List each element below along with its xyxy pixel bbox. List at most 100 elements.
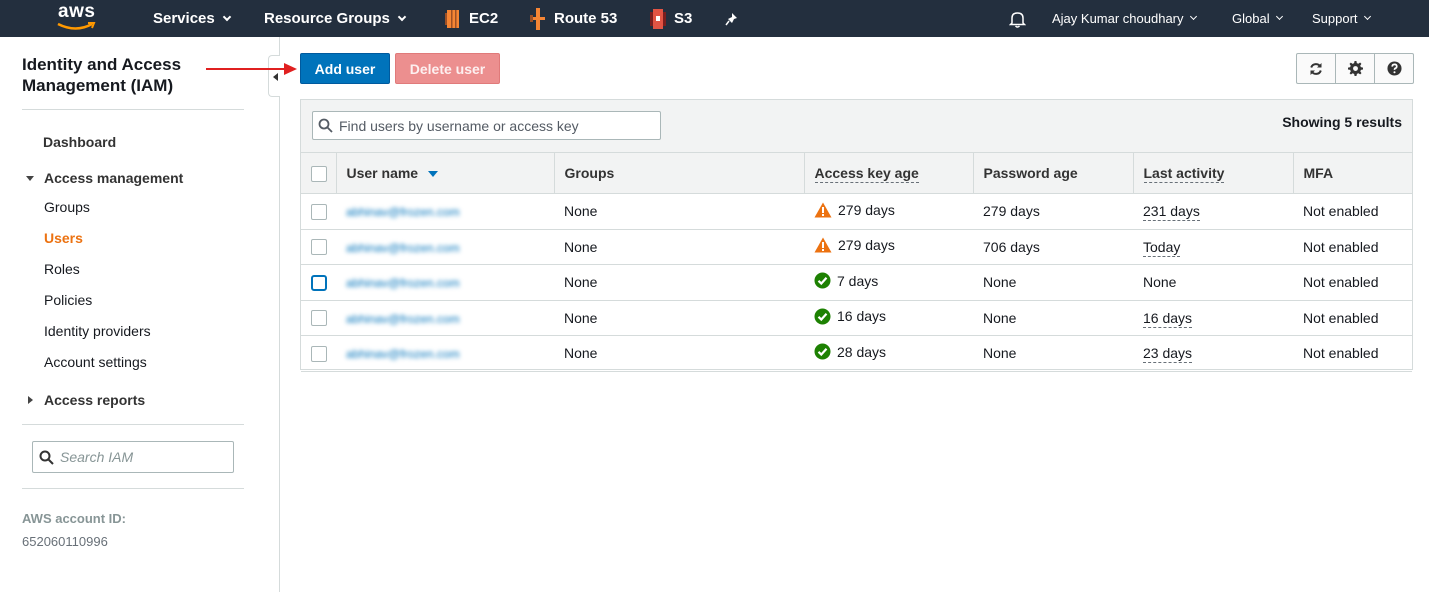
user-name-cell: abhinav@frozen.com (336, 229, 554, 265)
last-activity-value: 23 days (1143, 345, 1193, 364)
row-checkbox[interactable] (311, 203, 327, 220)
sort-descending-icon (428, 171, 439, 178)
route53-icon (530, 7, 545, 30)
column-user-name[interactable]: User name (335, 152, 554, 194)
user-search-input[interactable]: Find users by username or access key (312, 111, 661, 140)
help-button[interactable] (1374, 53, 1414, 84)
table-header-row: User name Groups Access key age Password… (301, 152, 1412, 194)
aws-logo-text: aws (58, 1, 96, 22)
table-row[interactable]: abhinav@frozen.com None 7 days None None Not … (301, 264, 1412, 301)
access-key-age-cell: 279 days (804, 229, 973, 265)
user-search-placeholder: Find users by username or access key (339, 117, 579, 134)
column-last-activity[interactable]: Last activity (1132, 152, 1293, 194)
sidebar-item-groups[interactable]: Groups (44, 199, 90, 215)
mfa-cell: Not enabled (1293, 335, 1412, 372)
pinned-service-route53[interactable]: Route 53 (530, 0, 617, 37)
services-label: Services (153, 10, 215, 27)
user-name-link[interactable]: abhinav@frozen.com (346, 241, 460, 255)
divider (22, 109, 244, 110)
sidebar-search-placeholder: Search IAM (60, 449, 134, 465)
sidebar-item-account-settings[interactable]: Account settings (44, 354, 147, 370)
services-menu[interactable]: Services (153, 0, 231, 37)
select-all-checkbox[interactable] (311, 165, 327, 182)
column-header-label: Last activity (1143, 165, 1225, 183)
mfa-cell: Not enabled (1293, 264, 1412, 301)
user-name-cell: abhinav@frozen.com (336, 300, 554, 336)
delete-user-button[interactable]: Delete user (395, 53, 500, 84)
sidebar-item-policies[interactable]: Policies (44, 292, 92, 308)
column-access-key-age[interactable]: Access key age (803, 152, 973, 194)
last-activity-cell: Today (1133, 229, 1293, 265)
column-mfa[interactable]: MFA (1292, 152, 1412, 194)
users-table-panel: Find users by username or access key Sho… (300, 99, 1413, 372)
top-navigation-bar: aws Services Resource Groups EC2 Route 5… (0, 0, 1429, 37)
users-table: User name Groups Access key age Password… (301, 152, 1412, 372)
table-row[interactable]: abhinav@frozen.com None 279 days 279 days 23… (301, 193, 1412, 230)
success-check-icon (814, 343, 831, 360)
account-menu[interactable]: Ajay Kumar choudhary (1052, 0, 1197, 37)
sidebar-section-access-reports[interactable]: Access reports (44, 392, 145, 408)
mfa-cell: Not enabled (1293, 193, 1412, 230)
aws-logo[interactable]: aws (56, 1, 102, 35)
column-header-label: User name (346, 165, 419, 181)
expand-down-icon[interactable] (26, 176, 34, 181)
resource-groups-label: Resource Groups (264, 10, 390, 27)
access-key-age-cell: 7 days (804, 264, 973, 301)
user-name-link[interactable]: abhinav@frozen.com (346, 205, 460, 219)
sidebar-item-roles[interactable]: Roles (44, 261, 80, 277)
sidebar-item-identity-providers[interactable]: Identity providers (44, 323, 151, 339)
access-key-age-cell: 28 days (804, 335, 973, 372)
last-activity-cell: 16 days (1133, 300, 1293, 336)
results-count: Showing 5 results (1282, 114, 1402, 130)
access-key-age-value: 28 days (837, 343, 887, 360)
sidebar-section-access-management[interactable]: Access management (44, 170, 183, 186)
table-row[interactable]: abhinav@frozen.com None 16 days None 16 days… (301, 300, 1412, 336)
sidebar-item-users[interactable]: Users (44, 230, 83, 246)
sidebar-item-dashboard[interactable]: Dashboard (43, 134, 116, 150)
row-select-cell (301, 193, 336, 230)
table-row[interactable]: abhinav@frozen.com None 279 days 706 days To… (301, 229, 1412, 265)
pinned-service-s3[interactable]: S3 (650, 0, 692, 37)
groups-cell: None (554, 193, 804, 230)
settings-button[interactable] (1335, 53, 1375, 84)
user-name-link[interactable]: abhinav@frozen.com (346, 276, 460, 290)
region-menu[interactable]: Global (1232, 0, 1283, 37)
last-activity-cell: 23 days (1133, 335, 1293, 372)
row-checkbox[interactable] (311, 274, 327, 291)
row-checkbox[interactable] (311, 345, 327, 362)
access-key-age-value: 16 days (837, 308, 887, 325)
add-user-button[interactable]: Add user (300, 53, 390, 84)
account-id-label: AWS account ID: (22, 511, 127, 526)
s3-icon (650, 8, 666, 29)
table-row[interactable]: abhinav@frozen.com None 28 days None 23 days… (301, 335, 1412, 372)
support-menu[interactable]: Support (1312, 0, 1371, 37)
refresh-icon (1310, 62, 1322, 75)
refresh-button[interactable] (1296, 53, 1336, 84)
aws-smile-icon (57, 22, 96, 30)
route53-label: Route 53 (554, 10, 618, 27)
notifications-button[interactable] (1009, 0, 1026, 37)
user-name-link[interactable]: abhinav@frozen.com (346, 347, 460, 361)
table-tools (1296, 53, 1414, 84)
user-name-cell: abhinav@frozen.com (336, 335, 554, 372)
expand-right-icon[interactable] (28, 396, 33, 404)
sidebar-search-input[interactable]: Search IAM (32, 441, 234, 473)
groups-cell: None (554, 300, 804, 336)
pin-button[interactable] (725, 0, 739, 37)
password-age-cell: 279 days (973, 193, 1133, 230)
divider (22, 424, 244, 425)
help-icon (1386, 61, 1402, 76)
select-all-cell (301, 152, 336, 194)
row-checkbox[interactable] (311, 310, 327, 327)
user-name-link[interactable]: abhinav@frozen.com (346, 312, 460, 326)
chevron-down-icon (397, 12, 407, 21)
column-groups[interactable]: Groups (553, 152, 804, 194)
row-checkbox[interactable] (311, 239, 327, 256)
user-name-cell: abhinav@frozen.com (336, 193, 554, 230)
resource-groups-menu[interactable]: Resource Groups (264, 0, 407, 37)
pinned-service-ec2[interactable]: EC2 (445, 0, 498, 37)
access-key-age-value: 279 days (838, 237, 895, 254)
column-password-age[interactable]: Password age (972, 152, 1133, 194)
user-name-cell: abhinav@frozen.com (336, 264, 554, 301)
warning-icon (814, 237, 832, 253)
